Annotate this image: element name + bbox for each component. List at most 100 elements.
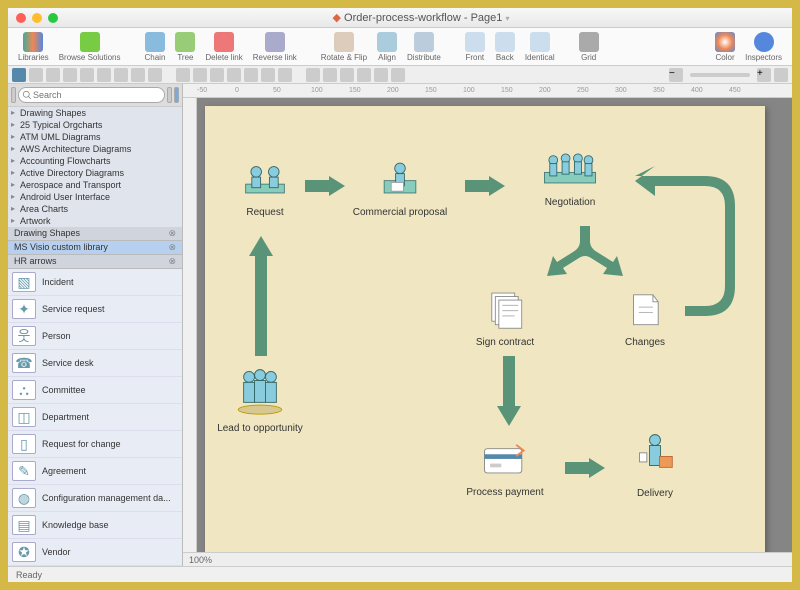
toolbar-rotate-flip[interactable]: Rotate & Flip — [317, 32, 371, 62]
tool-layer1[interactable] — [306, 68, 320, 82]
toolbar-delete-link[interactable]: Delete link — [201, 32, 246, 62]
tool-layer6[interactable] — [391, 68, 405, 82]
node-label: Delivery — [615, 488, 695, 499]
status-text: Ready — [16, 570, 42, 580]
tool-layer2[interactable] — [323, 68, 337, 82]
library-item[interactable]: ✪Vendor — [8, 539, 182, 566]
toolbar-align[interactable]: Align — [373, 32, 401, 62]
tool-arrow7[interactable] — [278, 68, 292, 82]
category-item[interactable]: Drawing Shapes — [8, 107, 182, 119]
search-button[interactable] — [174, 87, 179, 103]
shape-icon: ☎ — [12, 353, 36, 373]
node-payment[interactable]: Process payment — [455, 436, 555, 498]
library-item[interactable]: 웃Person — [8, 323, 182, 350]
category-item[interactable]: Active Directory Diagrams — [8, 167, 182, 179]
node-request[interactable]: Request — [225, 156, 305, 218]
tool-hand[interactable] — [29, 68, 43, 82]
close-button[interactable] — [16, 13, 26, 23]
library-item[interactable]: ⛬Committee — [8, 377, 182, 404]
toolbar-inspectors[interactable]: Inspectors — [741, 32, 786, 62]
node-lead[interactable]: Lead to opportunity — [215, 366, 305, 434]
toolbar-grid[interactable]: Grid — [575, 32, 603, 62]
library-item[interactable]: ◍Configuration management da... — [8, 485, 182, 512]
tool-text[interactable] — [46, 68, 60, 82]
grid-icon — [579, 32, 599, 52]
zoom-in[interactable]: + — [757, 68, 771, 82]
tool-arrow4[interactable] — [227, 68, 241, 82]
toolbar-libraries[interactable]: Libraries — [14, 32, 53, 62]
zoom-level[interactable]: 100% — [189, 555, 212, 565]
tool-arrow3[interactable] — [210, 68, 224, 82]
library-tab[interactable]: Drawing Shapes⊗ — [8, 227, 182, 241]
library-items: ▧Incident ✦Service request 웃Person ☎Serv… — [8, 269, 182, 566]
category-item[interactable]: Aerospace and Transport — [8, 179, 182, 191]
zoom-button[interactable] — [48, 13, 58, 23]
shape-icon: ▧ — [12, 272, 36, 292]
library-tab-active[interactable]: MS Visio custom library⊗ — [8, 241, 182, 255]
library-item[interactable]: ▤Knowledge base — [8, 512, 182, 539]
library-item[interactable]: ◫Department — [8, 404, 182, 431]
filter-button[interactable] — [11, 87, 16, 103]
library-tab[interactable]: HR arrows⊗ — [8, 255, 182, 269]
toolbar-distribute[interactable]: Distribute — [403, 32, 445, 62]
library-item[interactable]: ✦Service request — [8, 296, 182, 323]
tool-arc[interactable] — [114, 68, 128, 82]
toolbar-browse-solutions[interactable]: Browse Solutions — [55, 32, 125, 62]
tool-rect[interactable] — [63, 68, 77, 82]
node-proposal[interactable]: Commercial proposal — [345, 156, 455, 218]
category-item[interactable]: 25 Typical Orgcharts — [8, 119, 182, 131]
node-label: Commercial proposal — [345, 207, 455, 218]
library-item[interactable]: ▧Incident — [8, 269, 182, 296]
canvas-footer: 100% — [183, 552, 792, 566]
toolbar-back[interactable]: Back — [491, 32, 519, 62]
category-item[interactable]: Accounting Flowcharts — [8, 155, 182, 167]
shape-icon: ✦ — [12, 299, 36, 319]
node-changes[interactable]: Changes — [605, 286, 685, 348]
library-item[interactable]: ☎Service desk — [8, 350, 182, 377]
close-icon[interactable]: ⊗ — [168, 228, 176, 239]
toolbar-reverse-link[interactable]: Reverse link — [249, 32, 301, 62]
category-item[interactable]: Android User Interface — [8, 191, 182, 203]
close-icon[interactable]: ⊗ — [168, 242, 176, 253]
toolbar-identical[interactable]: Identical — [521, 32, 559, 62]
tool-pointer[interactable] — [12, 68, 26, 82]
canvas[interactable]: Request Commercial proposal Negoti — [197, 98, 792, 552]
category-item[interactable]: Area Charts — [8, 203, 182, 215]
distribute-icon — [414, 32, 434, 52]
zoom-slider[interactable] — [690, 73, 750, 77]
node-label: Request — [225, 207, 305, 218]
node-delivery[interactable]: Delivery — [615, 431, 695, 499]
tool-ellipse[interactable] — [80, 68, 94, 82]
library-item[interactable]: ▯Request for change — [8, 431, 182, 458]
titlebar: Order-process-workflow - Page1 ▾ — [8, 8, 792, 28]
tool-spline[interactable] — [131, 68, 145, 82]
tool-line[interactable] — [97, 68, 111, 82]
library-item[interactable]: ✎Agreement — [8, 458, 182, 485]
tool-layer4[interactable] — [357, 68, 371, 82]
toolbar-chain[interactable]: Chain — [141, 32, 170, 62]
search-input[interactable] — [18, 87, 165, 103]
page[interactable]: Request Commercial proposal Negoti — [205, 106, 765, 552]
zoom-fit[interactable] — [774, 68, 788, 82]
tool-arrow6[interactable] — [261, 68, 275, 82]
node-label: Negotiation — [515, 197, 625, 208]
tool-layer3[interactable] — [340, 68, 354, 82]
view-list-button[interactable] — [167, 87, 172, 103]
toolbar-color[interactable]: Color — [711, 32, 739, 62]
category-item[interactable]: Artwork — [8, 215, 182, 227]
tool-arrow5[interactable] — [244, 68, 258, 82]
node-label: Changes — [605, 337, 685, 348]
zoom-out[interactable]: − — [669, 68, 683, 82]
toolbar-front[interactable]: Front — [461, 32, 489, 62]
tool-arrow2[interactable] — [193, 68, 207, 82]
node-negotiation[interactable]: Negotiation — [515, 146, 625, 208]
node-sign[interactable]: Sign contract — [455, 286, 555, 348]
minimize-button[interactable] — [32, 13, 42, 23]
toolbar-tree[interactable]: Tree — [171, 32, 199, 62]
close-icon[interactable]: ⊗ — [168, 256, 176, 267]
tool-arrow1[interactable] — [176, 68, 190, 82]
category-item[interactable]: AWS Architecture Diagrams — [8, 143, 182, 155]
category-item[interactable]: ATM UML Diagrams — [8, 131, 182, 143]
tool-layer5[interactable] — [374, 68, 388, 82]
tool-connector[interactable] — [148, 68, 162, 82]
